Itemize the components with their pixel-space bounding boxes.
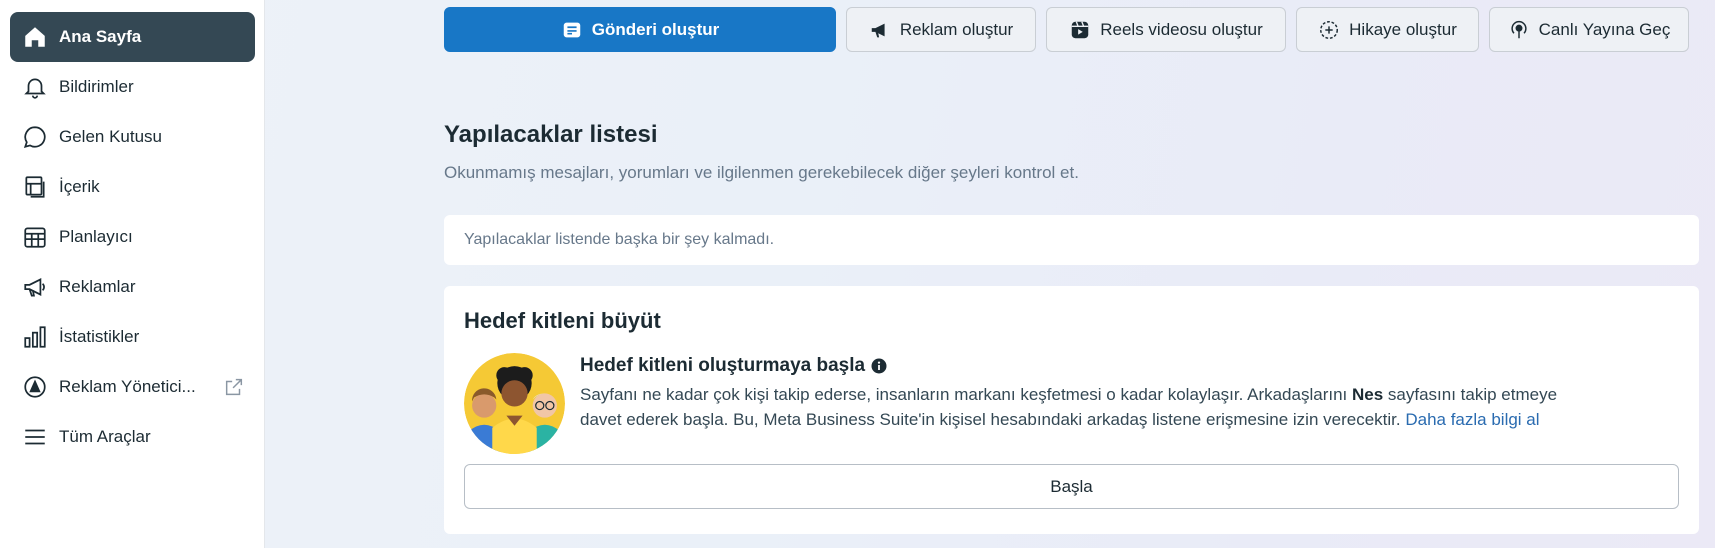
sidebar-item-label: Planlayıcı — [59, 227, 133, 246]
sidebar-item-content[interactable]: İçerik — [10, 162, 255, 212]
go-live-label: Canlı Yayına Geç — [1538, 19, 1671, 39]
bar-chart-icon — [21, 323, 49, 351]
todo-subtitle: Okunmamış mesajları, yorumları ve ilgile… — [444, 163, 1079, 182]
sidebar-item-insights[interactable]: İstatistikler — [10, 312, 255, 362]
create-story-label: Hikaye oluştur — [1349, 19, 1457, 39]
page-name: Nes — [1351, 385, 1384, 404]
sidebar-item-notifications[interactable]: Bildirimler — [10, 62, 255, 112]
sidebar-item-label: İçerik — [59, 177, 100, 196]
external-link-icon — [225, 378, 243, 396]
sidebar: Ana Sayfa Bildirimler Gelen Kutusu İçeri… — [0, 0, 265, 548]
menu-icon — [21, 423, 49, 451]
sidebar-item-label: Reklamlar — [59, 277, 136, 296]
grow-audience-card: Hedef kitleni büyüt Hedef kitleni oluştu… — [444, 286, 1699, 534]
sidebar-item-label: Reklam Yönetici... — [59, 377, 196, 396]
grow-audience-description: Sayfanı ne kadar çok kişi takip ederse, … — [580, 382, 1580, 432]
bell-icon — [21, 73, 49, 101]
content-icon — [21, 173, 49, 201]
start-button-label: Başla — [1050, 476, 1093, 496]
sidebar-item-label: İstatistikler — [59, 327, 140, 346]
sidebar-item-home[interactable]: Ana Sayfa — [10, 12, 255, 62]
todo-title: Yapılacaklar listesi — [444, 121, 658, 148]
sidebar-item-label: Tüm Araçlar — [59, 427, 151, 446]
grow-audience-subtitle-text: Hedef kitleni oluşturmaya başla — [580, 355, 866, 376]
grow-desc-part1: Sayfanı ne kadar çok kişi takip ederse, … — [580, 385, 1352, 404]
start-button[interactable]: Başla — [464, 464, 1679, 509]
megaphone-icon — [871, 23, 885, 37]
reel-icon — [1071, 20, 1089, 38]
create-ad-button[interactable]: Reklam oluştur — [846, 7, 1036, 52]
megaphone-icon — [21, 273, 49, 301]
create-post-button[interactable]: Gönderi oluştur — [444, 7, 836, 52]
learn-more-link[interactable]: Daha fazla bilgi al — [1405, 410, 1539, 429]
post-icon — [563, 22, 580, 37]
sidebar-item-inbox[interactable]: Gelen Kutusu — [10, 112, 255, 162]
calendar-icon — [21, 223, 49, 251]
todo-empty-message: Yapılacaklar listende başka bir şey kalm… — [464, 231, 775, 248]
live-icon — [1511, 20, 1527, 38]
create-reel-label: Reels videosu oluştur — [1100, 19, 1263, 39]
create-post-label: Gönderi oluştur — [591, 19, 720, 39]
info-icon[interactable] — [871, 358, 887, 374]
ads-manager-icon — [21, 373, 49, 401]
grow-audience-subtitle: Hedef kitleni oluşturmaya başla — [580, 355, 887, 377]
story-add-icon — [1320, 20, 1339, 39]
grow-audience-title: Hedef kitleni büyüt — [464, 308, 661, 333]
todo-empty-card: Yapılacaklar listende başka bir şey kalm… — [444, 215, 1699, 265]
sidebar-item-label: Bildirimler — [59, 77, 134, 96]
create-reel-button[interactable]: Reels videosu oluştur — [1046, 7, 1286, 52]
chat-bubble-icon — [21, 123, 49, 151]
sidebar-item-label: Gelen Kutusu — [59, 127, 163, 146]
create-story-button[interactable]: Hikaye oluştur — [1296, 7, 1479, 52]
sidebar-item-all-tools[interactable]: Tüm Araçlar — [10, 412, 255, 462]
sidebar-item-ads-manager[interactable]: Reklam Yönetici... — [10, 362, 255, 412]
home-icon — [21, 23, 49, 51]
sidebar-item-label: Ana Sayfa — [59, 27, 142, 46]
audience-illustration — [464, 353, 565, 454]
sidebar-item-planner[interactable]: Planlayıcı — [10, 212, 255, 262]
go-live-button[interactable]: Canlı Yayına Geç — [1489, 7, 1689, 52]
sidebar-item-ads[interactable]: Reklamlar — [10, 262, 255, 312]
create-ad-label: Reklam oluştur — [899, 19, 1014, 39]
